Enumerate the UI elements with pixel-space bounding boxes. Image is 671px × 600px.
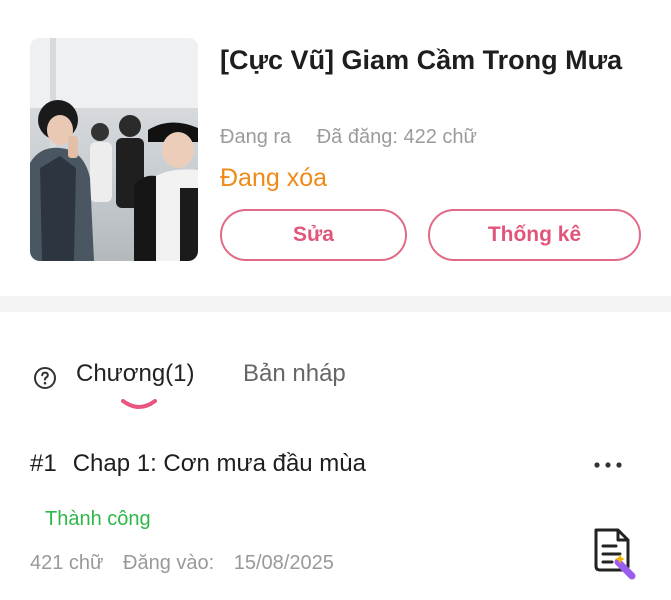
chapter-list-item[interactable]: #1 Chap 1: Cơn mưa đầu mùa Thành công 421… — [0, 440, 671, 590]
chapter-meta: 421 chữ Đăng vào: 15/08/2025 — [30, 552, 348, 575]
chapter-name: Chap 1: Cơn mưa đầu mùa — [72, 450, 366, 477]
section-divider — [0, 296, 671, 312]
story-word-count: Đã đăng: 422 chữ — [316, 126, 477, 148]
edit-button[interactable]: Sửa — [220, 209, 407, 261]
chapter-date: 15/08/2025 — [233, 552, 334, 574]
deleting-status: Đang xóa — [220, 164, 328, 192]
cover-illustration — [30, 38, 198, 261]
chapter-tabs: Chương(1) Bản nháp — [0, 352, 671, 412]
story-status: Đang ra — [220, 126, 292, 148]
story-meta: Đang ra Đã đăng: 422 chữ — [220, 126, 477, 149]
story-header: [Cực Vũ] Giam Cầm Trong Mưa Đang ra Đã đ… — [0, 0, 671, 296]
chapter-title: #1 Chap 1: Cơn mưa đầu mùa — [30, 450, 366, 478]
tab-chapters[interactable]: Chương(1) — [76, 360, 195, 388]
more-options-icon[interactable] — [590, 452, 626, 478]
story-cover-image[interactable] — [30, 38, 198, 261]
statistics-button[interactable]: Thống kê — [428, 209, 641, 261]
story-title: [Cực Vũ] Giam Cầm Trong Mưa — [220, 45, 623, 75]
question-circle-icon[interactable] — [33, 366, 57, 390]
edit-document-icon[interactable] — [586, 524, 642, 580]
chapter-word-count: 421 chữ — [30, 552, 104, 574]
active-tab-indicator — [121, 399, 157, 409]
tab-drafts[interactable]: Bản nháp — [243, 360, 346, 388]
chapter-date-label: Đăng vào: — [123, 552, 215, 574]
chapter-status: Thành công — [45, 508, 151, 530]
chapter-number: #1 — [30, 450, 57, 477]
